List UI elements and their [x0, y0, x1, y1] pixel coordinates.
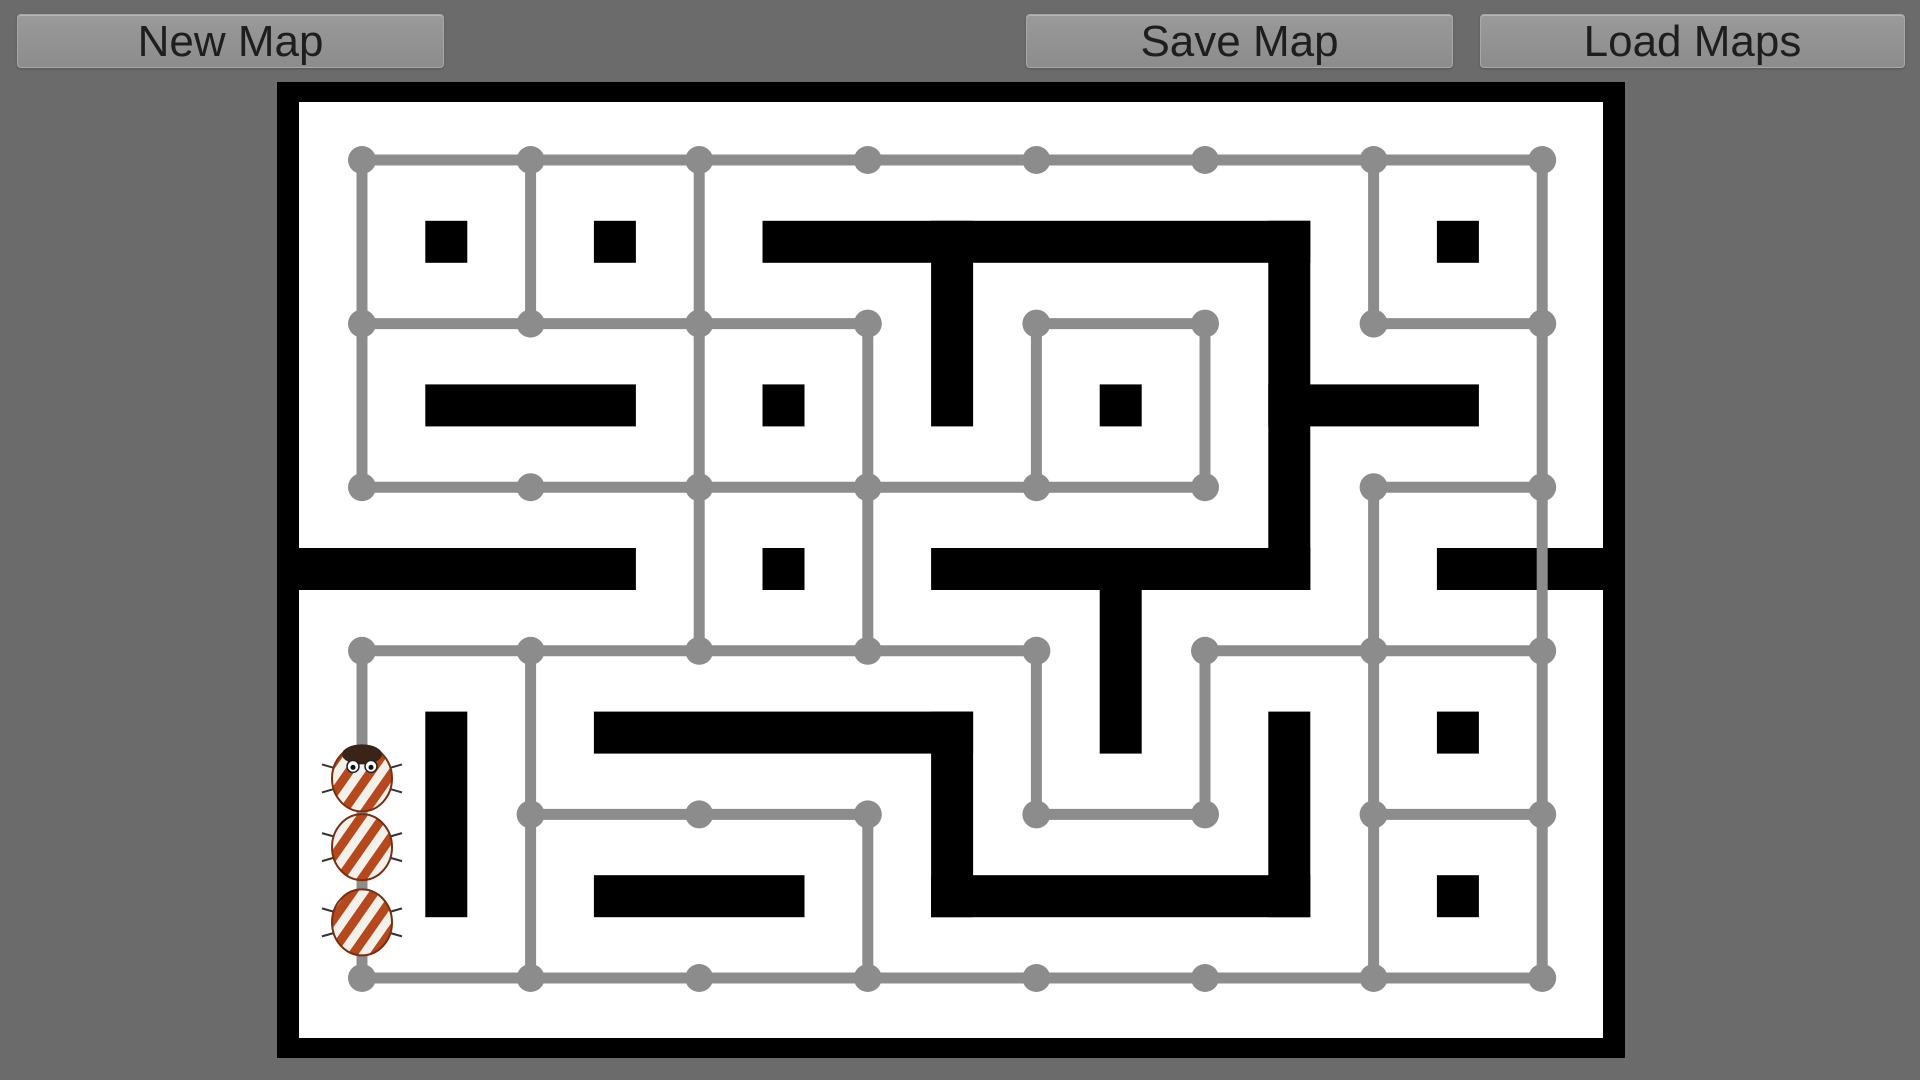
wall-pillar — [762, 548, 805, 590]
path-node[interactable] — [685, 636, 714, 665]
snake-segment-shell — [331, 888, 393, 957]
path-node[interactable] — [348, 636, 376, 665]
path-node[interactable] — [853, 636, 882, 665]
save-map-button[interactable]: Save Map — [1026, 14, 1453, 68]
path-node[interactable] — [1022, 473, 1051, 502]
wall-segment — [931, 875, 1311, 918]
wall-segment — [593, 711, 974, 754]
path-node[interactable] — [1359, 309, 1388, 338]
wall-pillar — [1436, 711, 1479, 754]
path-node[interactable] — [1191, 800, 1219, 829]
wall-segment — [931, 220, 974, 427]
path-node[interactable] — [516, 473, 545, 502]
path-node[interactable] — [348, 473, 376, 502]
path-node[interactable] — [1191, 473, 1219, 502]
path-node[interactable] — [516, 146, 545, 174]
wall-pillar — [1436, 220, 1479, 263]
wall-pillar — [762, 384, 805, 427]
wall-segment — [1268, 384, 1479, 427]
path-node[interactable] — [1528, 964, 1557, 992]
path-node[interactable] — [1359, 964, 1388, 992]
wall-segment — [1436, 548, 1625, 590]
wall-segment — [1268, 711, 1311, 918]
path-node[interactable] — [516, 636, 545, 665]
path-node[interactable] — [685, 800, 714, 829]
wall-pillar — [1436, 875, 1479, 918]
wall-segment — [593, 875, 805, 918]
snake-pupil — [350, 764, 356, 770]
path-node[interactable] — [1528, 146, 1557, 174]
wall-pillar — [425, 220, 468, 263]
path-node[interactable] — [1359, 800, 1388, 829]
path-node[interactable] — [1022, 309, 1051, 338]
path-node[interactable] — [853, 964, 882, 992]
maze-board[interactable] — [277, 82, 1625, 1058]
wall-segment — [277, 548, 636, 590]
wall-pillar — [593, 220, 636, 263]
wall-segment — [425, 384, 636, 427]
path-node[interactable] — [516, 964, 545, 992]
path-node[interactable] — [685, 146, 714, 174]
snake[interactable] — [321, 744, 403, 957]
path-node[interactable] — [1359, 473, 1388, 502]
path-node[interactable] — [348, 309, 376, 338]
wall-segment — [762, 220, 1311, 263]
path-node[interactable] — [1528, 636, 1557, 665]
path-node[interactable] — [853, 146, 882, 174]
path-node[interactable] — [1022, 636, 1051, 665]
wall-segment — [425, 711, 468, 918]
wall-segment — [1099, 548, 1142, 754]
snake-pupil — [368, 764, 374, 770]
path-node[interactable] — [1528, 309, 1557, 338]
path-node[interactable] — [348, 964, 376, 992]
path-node[interactable] — [685, 964, 714, 992]
wall-pillar — [1099, 384, 1142, 427]
path-node[interactable] — [516, 800, 545, 829]
path-node[interactable] — [348, 146, 376, 174]
path-node[interactable] — [685, 473, 714, 502]
path-node[interactable] — [1022, 146, 1051, 174]
path-node[interactable] — [853, 473, 882, 502]
path-node[interactable] — [1359, 636, 1388, 665]
path-node[interactable] — [1191, 636, 1219, 665]
new-map-button[interactable]: New Map — [17, 14, 444, 68]
path-node[interactable] — [1191, 309, 1219, 338]
path-node[interactable] — [1022, 964, 1051, 992]
path-node[interactable] — [1191, 964, 1219, 992]
snake-segment-shell — [331, 813, 393, 882]
path-node[interactable] — [1191, 146, 1219, 174]
path-node[interactable] — [1022, 800, 1051, 829]
path-node[interactable] — [516, 309, 545, 338]
path-node[interactable] — [685, 309, 714, 338]
snake-head-cap — [342, 744, 382, 765]
path-node[interactable] — [853, 309, 882, 338]
load-maps-button[interactable]: Load Maps — [1480, 14, 1905, 68]
path-node[interactable] — [1359, 146, 1388, 174]
path-node[interactable] — [853, 800, 882, 829]
path-node[interactable] — [1528, 473, 1557, 502]
path-node[interactable] — [1528, 800, 1557, 829]
